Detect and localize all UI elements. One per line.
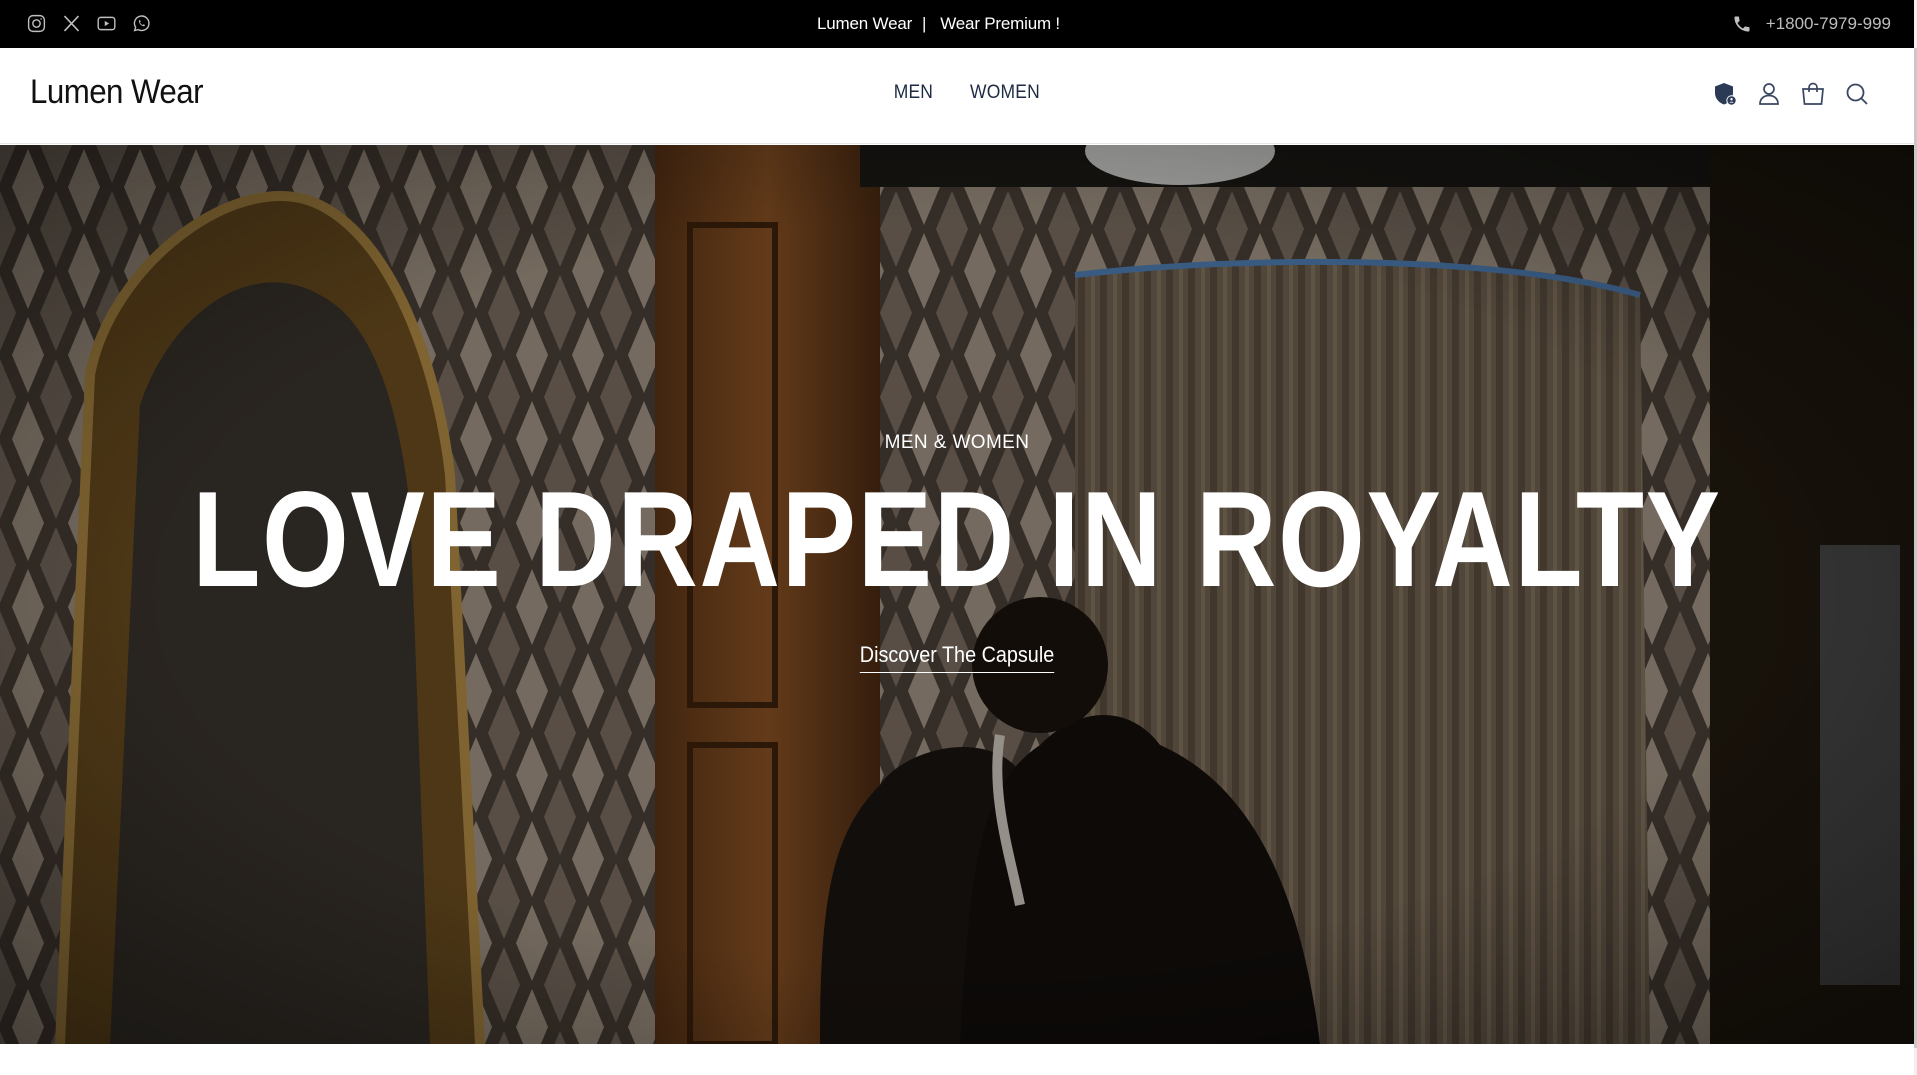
site-logo[interactable]: Lumen Wear [30,73,204,112]
announcement-brand: Lumen Wear [817,14,913,33]
announcement-tagline: Wear Premium ! [940,14,1060,33]
hero-banner: MEN & WOMEN LOVE DRAPED IN ROYALTY Disco… [0,145,1914,1044]
shopping-bag-icon[interactable] [1799,80,1827,108]
header-actions [1711,80,1871,108]
nav-item-women[interactable]: WOMEN [970,82,1040,104]
phone-icon [1732,14,1752,34]
search-icon[interactable] [1843,80,1871,108]
hero-cta-wrap: Discover The Capsule [0,642,1914,673]
site-header: Lumen Wear MEN WOMEN [0,48,1917,144]
phone-contact[interactable]: +1800-7979-999 [1732,0,1891,48]
main-nav: MEN WOMEN [892,82,1043,104]
phone-number[interactable]: +1800-7979-999 [1766,14,1891,34]
announcement-separator: | [922,14,927,33]
announcement-text: Lumen Wear | Wear Premium ! [0,0,1877,48]
announcement-bar: Lumen Wear | Wear Premium ! +1800-7979-9… [0,0,1917,48]
hero-kicker: MEN & WOMEN [884,432,1030,453]
user-icon[interactable] [1755,80,1783,108]
hero-headline: LOVE DRAPED IN ROYALTY [192,463,1722,615]
nav-item-men[interactable]: MEN [894,82,933,104]
discover-capsule-link[interactable]: Discover The Capsule [859,642,1055,673]
shield-account-icon[interactable] [1711,80,1739,108]
